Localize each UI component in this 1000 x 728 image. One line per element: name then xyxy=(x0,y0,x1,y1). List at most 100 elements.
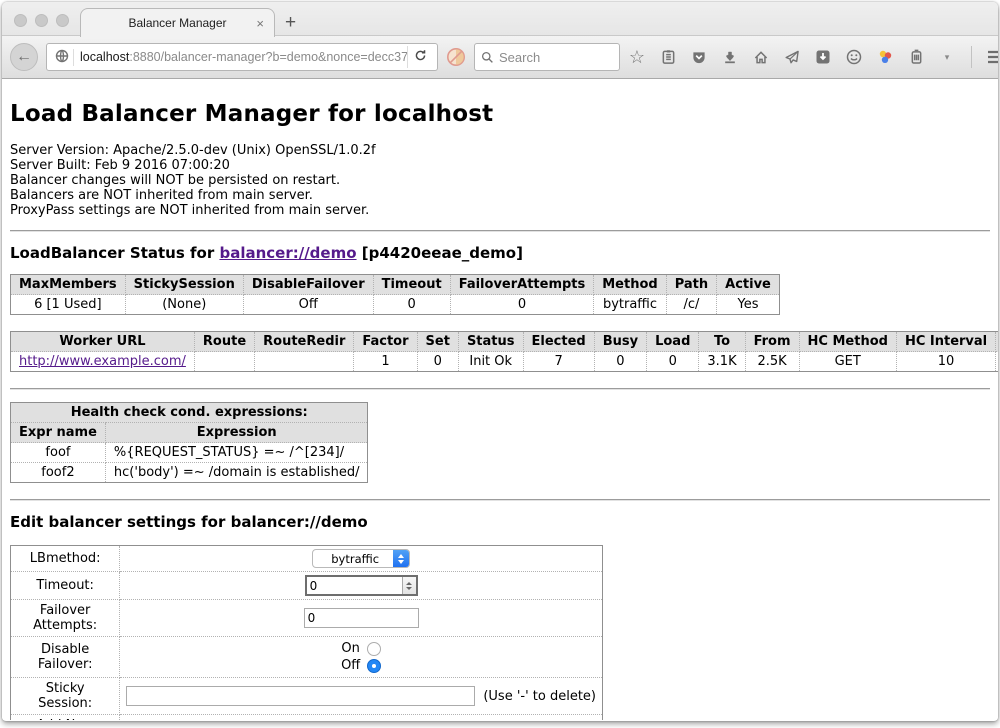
disable-failover-off-radio[interactable] xyxy=(367,659,381,673)
table-row: 6 [1 Used] (None) Off 0 0 bytraffic /c/ … xyxy=(11,295,780,315)
sticky-session-input[interactable] xyxy=(126,686,475,706)
col-passes: Passes xyxy=(996,332,998,352)
url-text[interactable]: localhost:8880/balancer-manager?b=demo&n… xyxy=(74,50,407,64)
table-header-row: Expr name Expression xyxy=(11,423,368,443)
close-window-button[interactable] xyxy=(14,14,27,27)
server-info: Server Version: Apache/2.5.0-dev (Unix) … xyxy=(10,143,990,218)
col-path: Path xyxy=(666,275,716,295)
failover-attempts-input[interactable] xyxy=(304,608,419,628)
failover-attempts-label: Failover Attempts: xyxy=(11,600,120,637)
cell-routeredir xyxy=(255,352,354,372)
form-row-timeout: Timeout: xyxy=(11,572,603,600)
proxypass-notice-line: ProxyPass settings are NOT inherited fro… xyxy=(10,203,990,218)
pocket-icon[interactable] xyxy=(690,48,708,66)
search-icon xyxy=(481,51,494,64)
col-elected: Elected xyxy=(523,332,594,352)
globe-icon xyxy=(51,49,74,66)
number-spinner-icon[interactable] xyxy=(402,577,416,594)
url-path: :8880/balancer-manager?b=demo&nonce=decc… xyxy=(129,50,407,64)
dropdown-caret-icon[interactable]: ▾ xyxy=(938,48,956,66)
col-to: To xyxy=(699,332,745,352)
col-hc-method: HC Method xyxy=(799,332,896,352)
cell-path: /c/ xyxy=(666,295,716,315)
navigation-toolbar: ← localhost:8880/balancer-manager?b=demo… xyxy=(2,36,998,79)
panel-download-icon[interactable] xyxy=(814,48,832,66)
form-row-sticky-session: Sticky Session: (Use '-' to delete) xyxy=(11,678,603,715)
col-hc-interval: HC Interval xyxy=(896,332,995,352)
col-status: Status xyxy=(458,332,523,352)
col-stickysession: StickySession xyxy=(125,275,243,295)
search-bar[interactable] xyxy=(474,43,620,71)
form-row-disable-failover: Disable Failover: On Off xyxy=(11,637,603,678)
status-heading-suffix: [p4420eeae_demo] xyxy=(357,244,523,262)
tab-title: Balancer Manager xyxy=(128,16,226,30)
disable-failover-on-radio[interactable] xyxy=(367,642,381,656)
col-active: Active xyxy=(717,275,780,295)
cell-hc-interval: 10 xyxy=(896,352,995,372)
download-icon[interactable] xyxy=(721,48,739,66)
col-factor: Factor xyxy=(354,332,417,352)
tab-close-icon[interactable]: × xyxy=(256,16,264,31)
cell-hc-method: GET xyxy=(799,352,896,372)
search-input[interactable] xyxy=(499,50,599,65)
col-busy: Busy xyxy=(594,332,646,352)
persist-notice-line: Balancer changes will NOT be persisted o… xyxy=(10,173,990,188)
containers-icon[interactable] xyxy=(907,48,925,66)
cell-maxmembers: 6 [1 Used] xyxy=(11,295,126,315)
col-method: Method xyxy=(594,275,666,295)
bookmark-star-icon[interactable]: ☆ xyxy=(628,48,646,66)
hamburger-menu-icon[interactable] xyxy=(987,48,998,66)
cell-expr-name: foof2 xyxy=(11,463,106,483)
add-worker-label: Add New Worker: xyxy=(11,715,120,721)
browser-window: Balancer Manager × + ← localhost:8880/ba… xyxy=(2,2,998,721)
cell-set: 0 xyxy=(417,352,458,372)
color-palette-icon[interactable] xyxy=(876,48,894,66)
url-bar[interactable]: localhost:8880/balancer-manager?b=demo&n… xyxy=(46,43,438,71)
toolbar-separator xyxy=(971,46,972,68)
cell-timeout: 0 xyxy=(373,295,450,315)
lbmethod-select[interactable]: bytraffic xyxy=(312,549,410,568)
cell-route xyxy=(194,352,254,372)
disable-failover-label: Disable Failover: xyxy=(11,637,120,678)
back-arrow-icon: ← xyxy=(16,48,32,66)
worker-url-link[interactable]: http://www.example.com/ xyxy=(19,354,186,369)
col-routeredir: RouteRedir xyxy=(255,332,354,352)
cell-busy: 0 xyxy=(594,352,646,372)
new-tab-button[interactable]: + xyxy=(285,12,296,34)
reading-list-icon[interactable] xyxy=(659,48,677,66)
zoom-window-button[interactable] xyxy=(56,14,69,27)
lbmethod-label: LBmethod: xyxy=(11,546,120,572)
timeout-input[interactable] xyxy=(307,577,402,594)
tab-balancer-manager[interactable]: Balancer Manager × xyxy=(80,8,275,37)
cell-failoverattempts: 0 xyxy=(450,295,594,315)
table-title-row: Health check cond. expressions: xyxy=(11,403,368,423)
table-header-row: Worker URL Route RouteRedir Factor Set S… xyxy=(11,332,999,352)
col-from: From xyxy=(745,332,799,352)
cell-stickysession: (None) xyxy=(125,295,243,315)
cell-expression: %{REQUEST_STATUS} =~ /^[234]/ xyxy=(105,443,368,463)
col-maxmembers: MaxMembers xyxy=(11,275,126,295)
table-row: foof %{REQUEST_STATUS} =~ /^[234]/ xyxy=(11,443,368,463)
cell-to: 3.1K xyxy=(699,352,745,372)
balancer-demo-link[interactable]: balancer://demo xyxy=(219,244,356,262)
page-title: Load Balancer Manager for localhost xyxy=(10,101,990,127)
content-blocked-icon[interactable] xyxy=(446,47,466,67)
off-radio-label: Off xyxy=(341,657,360,674)
table-row: foof2 hc('body') =~ /domain is establish… xyxy=(11,463,368,483)
table-row: http://www.example.com/ 1 0 Init Ok 7 0 … xyxy=(11,352,999,372)
reload-button[interactable] xyxy=(407,46,433,68)
balancer-summary-table: MaxMembers StickySession DisableFailover… xyxy=(10,274,780,315)
cell-factor: 1 xyxy=(354,352,417,372)
worker-table: Worker URL Route RouteRedir Factor Set S… xyxy=(10,331,998,372)
col-worker-url: Worker URL xyxy=(11,332,195,352)
cell-passes: 1 (0) xyxy=(996,352,998,372)
home-icon[interactable] xyxy=(752,48,770,66)
minimize-window-button[interactable] xyxy=(35,14,48,27)
send-tab-icon[interactable] xyxy=(783,48,801,66)
col-expression: Expression xyxy=(105,423,368,443)
status-heading-prefix: LoadBalancer Status for xyxy=(10,244,219,262)
col-disablefailover: DisableFailover xyxy=(243,275,373,295)
feedback-smiley-icon[interactable] xyxy=(845,48,863,66)
back-button[interactable]: ← xyxy=(10,43,38,71)
select-stepper-icon xyxy=(393,549,409,568)
